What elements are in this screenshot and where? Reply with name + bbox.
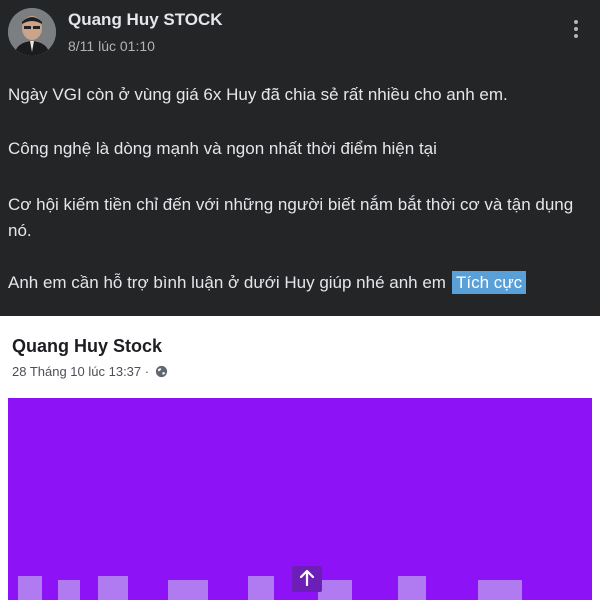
more-options-button[interactable] (566, 14, 586, 44)
more-vertical-icon (574, 20, 578, 38)
meta-separator: · (144, 364, 150, 379)
post-author-name[interactable]: Quang Huy STOCK (68, 10, 223, 30)
arrow-up-icon (299, 569, 315, 587)
globe-icon (155, 365, 168, 381)
scroll-to-top-button[interactable] (292, 566, 322, 592)
sentiment-tag[interactable]: Tích cực (451, 271, 527, 294)
post-paragraph: Cơ hội kiếm tiền chỉ đến với những người… (8, 195, 574, 240)
post-paragraph: Công nghệ là dòng mạnh và ngon nhất thời… (8, 139, 437, 158)
post-paragraph-with-tag: Anh em cần hỗ trợ bình luận ở dưới Huy g… (8, 270, 593, 296)
shared-post-meta: 28 Tháng 10 lúc 13:37 · (12, 364, 168, 381)
post-paragraph: Ngày VGI còn ở vùng giá 6x Huy đã chia s… (8, 85, 508, 104)
post-header: Quang Huy STOCK 8/11 lúc 01:10 (0, 0, 600, 70)
shared-post-author[interactable]: Quang Huy Stock (12, 336, 162, 357)
author-avatar[interactable] (8, 8, 56, 56)
shared-post-date[interactable]: 28 Tháng 10 lúc 13:37 (12, 364, 141, 379)
post-body: Ngày VGI còn ở vùng giá 6x Huy đã chia s… (8, 82, 593, 326)
shared-post-header: Quang Huy Stock 28 Tháng 10 lúc 13:37 · (0, 316, 600, 398)
shared-post-embed[interactable]: Quang Huy Stock 28 Tháng 10 lúc 13:37 · (0, 316, 600, 600)
post-paragraph: Anh em cần hỗ trợ bình luận ở dưới Huy g… (8, 273, 446, 292)
post-timestamp[interactable]: 8/11 lúc 01:10 (68, 38, 155, 54)
